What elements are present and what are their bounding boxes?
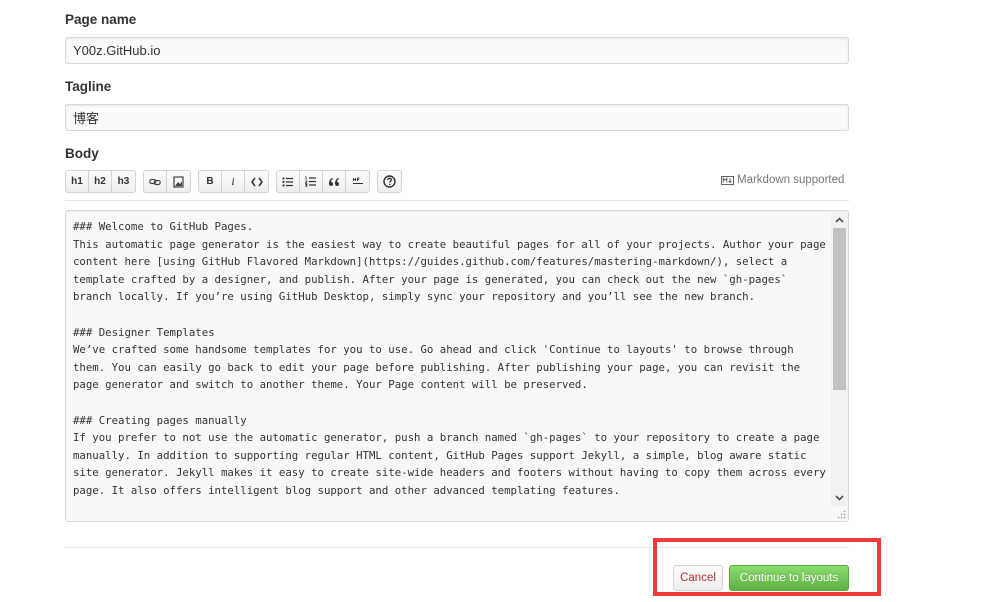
image-button[interactable] bbox=[167, 171, 190, 192]
unordered-list-button[interactable] bbox=[277, 171, 300, 192]
horizontal-rule-icon bbox=[352, 177, 363, 184]
blockquote-icon bbox=[329, 177, 339, 186]
highlight-annotation-box bbox=[653, 538, 881, 596]
blockquote-button[interactable] bbox=[323, 171, 346, 192]
bold-button[interactable]: B bbox=[199, 171, 222, 192]
h2-button[interactable]: h2 bbox=[89, 171, 112, 192]
chevron-down-icon bbox=[835, 494, 844, 501]
heading-group: h1 h2 h3 bbox=[65, 170, 136, 193]
format-group: B i bbox=[198, 170, 269, 193]
ordered-list-button[interactable] bbox=[300, 171, 323, 192]
block-group bbox=[276, 170, 370, 193]
code-icon bbox=[250, 177, 263, 186]
tagline-input[interactable] bbox=[65, 104, 849, 131]
markdown-icon bbox=[721, 175, 734, 185]
tagline-label: Tagline bbox=[65, 79, 112, 94]
markdown-supported-label: Markdown supported bbox=[737, 174, 845, 186]
link-icon bbox=[149, 178, 161, 185]
help-icon bbox=[383, 175, 396, 188]
body-textarea[interactable]: ### Welcome to GitHub Pages. This automa… bbox=[65, 210, 849, 522]
editor-toolbar: h1 h2 h3 B i bbox=[65, 170, 409, 193]
code-button[interactable] bbox=[245, 171, 268, 192]
unordered-list-icon bbox=[282, 176, 293, 187]
h1-button[interactable]: h1 bbox=[66, 171, 89, 192]
ordered-list-icon bbox=[305, 176, 316, 187]
scroll-thumb[interactable] bbox=[833, 228, 846, 390]
body-content[interactable]: ### Welcome to GitHub Pages. This automa… bbox=[73, 218, 829, 500]
toolbar-divider bbox=[65, 200, 849, 201]
scroll-up-button[interactable] bbox=[831, 211, 848, 228]
body-scrollbar[interactable] bbox=[831, 211, 848, 506]
insert-group bbox=[143, 170, 191, 193]
resize-grip-icon[interactable] bbox=[836, 509, 846, 519]
italic-button[interactable]: i bbox=[222, 171, 245, 192]
help-group bbox=[377, 170, 402, 193]
horizontal-rule-button[interactable] bbox=[346, 171, 369, 192]
h3-button[interactable]: h3 bbox=[112, 171, 135, 192]
chevron-up-icon bbox=[835, 216, 844, 223]
image-icon bbox=[173, 175, 184, 188]
link-button[interactable] bbox=[144, 171, 167, 192]
page-name-input[interactable] bbox=[65, 37, 849, 64]
scroll-down-button[interactable] bbox=[831, 489, 848, 506]
markdown-supported-note[interactable]: Markdown supported bbox=[721, 174, 844, 186]
page-name-label: Page name bbox=[65, 12, 137, 27]
body-label: Body bbox=[65, 146, 99, 161]
help-button[interactable] bbox=[378, 171, 401, 192]
